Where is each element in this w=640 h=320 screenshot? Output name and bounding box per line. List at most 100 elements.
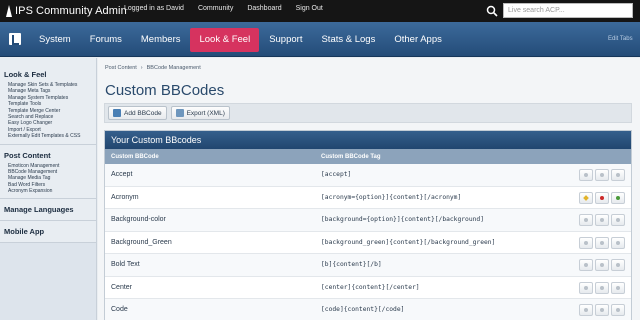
add-bbcode-label: Add BBCode	[124, 109, 162, 117]
download-icon[interactable]	[611, 281, 625, 294]
add-icon	[113, 109, 121, 117]
edit-icon[interactable]	[579, 169, 593, 181]
bbcode-name: Center	[111, 283, 133, 291]
row-actions	[577, 259, 625, 271]
action-bar: Add BBCode Export (XML)	[104, 103, 632, 123]
home-icon[interactable]	[9, 33, 21, 45]
bbcode-tag: [background={option}]{content}[/backgrou…	[321, 216, 485, 224]
sidebar-title-look-feel: Look & Feel	[4, 70, 47, 79]
delete-icon[interactable]	[595, 304, 609, 316]
panel-title: Your Custom BBcodes	[105, 131, 631, 149]
tab-forums[interactable]: Forums	[81, 28, 131, 52]
delete-icon[interactable]	[595, 214, 609, 226]
main-nav: System Forums Members Look & Feel Suppor…	[0, 22, 640, 57]
download-icon[interactable]	[611, 236, 625, 249]
breadcrumb-bbcode[interactable]: BBCode Management	[147, 65, 201, 71]
row-actions	[577, 304, 625, 316]
table-row[interactable]: Background-color [background={option}]{c…	[105, 209, 631, 232]
add-bbcode-button[interactable]: Add BBCode	[108, 106, 167, 120]
tab-stats-logs[interactable]: Stats & Logs	[312, 28, 384, 52]
row-actions	[577, 281, 625, 294]
col-custom-bbcode: Custom BBCode	[111, 153, 159, 160]
col-custom-bbcode-tag: Custom BBCode Tag	[321, 153, 381, 160]
breadcrumb-separator: ›	[140, 65, 143, 71]
sidebar: Look & Feel Manage Skin Sets & Templates…	[0, 58, 97, 320]
table-row[interactable]: Code [code]{content}[/code]	[105, 299, 631, 320]
logged-in-link[interactable]: Logged in as David	[124, 5, 184, 12]
download-icon[interactable]	[611, 304, 625, 316]
download-icon[interactable]	[611, 169, 625, 181]
table-row[interactable]: Accept [accept]	[105, 164, 631, 187]
bbcode-name: Code	[111, 306, 128, 314]
delete-icon[interactable]	[595, 236, 609, 249]
row-actions	[577, 214, 625, 226]
edit-icon[interactable]	[579, 259, 593, 271]
sidebar-item-external-edit[interactable]: Externally Edit Templates & CSS	[0, 133, 96, 139]
export-xml-button[interactable]: Export (XML)	[170, 106, 230, 120]
bbcode-name: Background_Green	[111, 238, 172, 246]
search-icon	[486, 5, 498, 17]
sidebar-manage-languages[interactable]: Manage Languages	[0, 199, 96, 222]
table-row[interactable]: Center [center]{content}[/center]	[105, 277, 631, 299]
delete-icon[interactable]	[595, 281, 609, 294]
dashboard-link[interactable]: Dashboard	[247, 5, 281, 12]
table-row[interactable]: Background_Green [background_green]{cont…	[105, 232, 631, 254]
nav-tabs: System Forums Members Look & Feel Suppor…	[30, 22, 452, 57]
tab-other-apps[interactable]: Other Apps	[385, 28, 451, 52]
table-row[interactable]: Bold Text [b]{content}[/b]	[105, 254, 631, 277]
breadcrumb-post-content[interactable]: Post Content	[105, 65, 137, 71]
delete-icon[interactable]	[595, 191, 609, 204]
tab-support[interactable]: Support	[260, 28, 311, 52]
row-actions	[577, 169, 625, 181]
row-actions	[577, 236, 625, 249]
sign-out-link[interactable]: Sign Out	[296, 5, 323, 12]
community-link[interactable]: Community	[198, 5, 233, 12]
tab-members[interactable]: Members	[132, 28, 190, 52]
edit-icon[interactable]	[579, 214, 593, 226]
sidebar-section-look-feel: Look & Feel Manage Skin Sets & Templates…	[0, 58, 96, 145]
bbcode-rows: Accept [accept] Acronym [acronym={option…	[105, 164, 631, 320]
download-icon[interactable]	[611, 259, 625, 271]
export-icon	[175, 109, 184, 117]
breadcrumb: Post Content › BBCode Management	[105, 65, 201, 71]
top-links: Logged in as David Community Dashboard S…	[124, 5, 337, 12]
top-bar: IPS Community Admin Logged in as David C…	[0, 0, 640, 22]
edit-tabs-link[interactable]: Edit Tabs	[608, 36, 633, 42]
ips-logo[interactable]: IPS Community Admin	[6, 3, 127, 19]
download-icon[interactable]	[611, 191, 625, 204]
bbcode-name: Acronym	[111, 193, 139, 201]
table-row[interactable]: Acronym [acronym={option}]{content}[/acr…	[105, 187, 631, 209]
page-title: Custom BBCodes	[105, 82, 225, 99]
bbcode-panel: Your Custom BBcodes Custom BBCode Custom…	[104, 130, 632, 320]
search-input[interactable]: Live search ACP...	[503, 3, 633, 18]
bbcode-tag: [center]{content}[/center]	[321, 283, 420, 291]
bbcode-tag: [code]{content}[/code]	[321, 306, 405, 314]
bbcode-name: Bold Text	[111, 261, 140, 269]
sidebar-title-post-content: Post Content	[4, 150, 51, 160]
bbcode-tag: [acronym={option}]{content}[/acronym]	[321, 193, 462, 201]
edit-icon[interactable]	[579, 191, 593, 204]
bbcode-name: Accept	[111, 171, 133, 179]
delete-icon[interactable]	[595, 259, 609, 271]
ips-logo-icon	[6, 5, 12, 17]
bbcode-tag: [accept]	[321, 171, 352, 179]
bbcode-tag: [background_green]{content}[/background_…	[321, 238, 496, 246]
edit-icon[interactable]	[579, 281, 593, 294]
sidebar-mobile-app[interactable]: Mobile App	[0, 221, 96, 244]
export-xml-label: Export (XML)	[186, 109, 225, 117]
download-icon[interactable]	[611, 214, 625, 226]
sidebar-item-acronyms[interactable]: Acronym Expansion	[0, 188, 96, 194]
sidebar-section-post-content: Post Content Emoticon Management BBCode …	[0, 144, 96, 200]
row-actions	[577, 191, 625, 204]
delete-icon[interactable]	[595, 169, 609, 181]
logo-title: Community Admin	[36, 5, 127, 17]
main-content: Post Content › BBCode Management Custom …	[98, 58, 640, 320]
table-header: Custom BBCode Custom BBCode Tag	[105, 149, 631, 164]
tab-system[interactable]: System	[30, 28, 80, 52]
edit-icon[interactable]	[579, 304, 593, 316]
edit-icon[interactable]	[579, 236, 593, 249]
tab-look-feel[interactable]: Look & Feel	[190, 27, 260, 52]
bbcode-tag: [b]{content}[/b]	[321, 261, 382, 269]
bbcode-name: Background-color	[111, 216, 166, 224]
logo-prefix: IPS	[15, 5, 34, 17]
